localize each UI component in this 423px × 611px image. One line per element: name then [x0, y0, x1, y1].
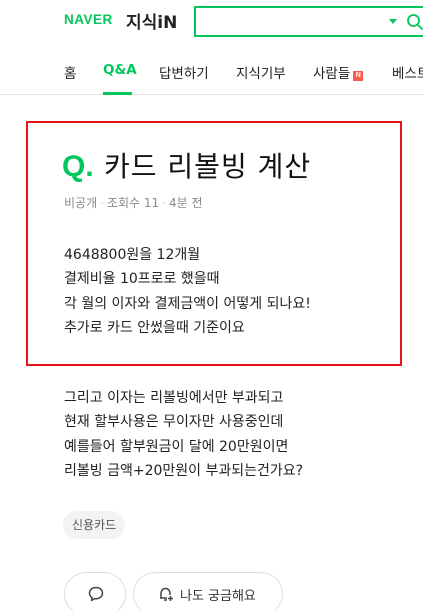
search-box: [194, 6, 423, 37]
question-title: 카드 리볼빙 계산: [104, 150, 312, 183]
tab-qa[interactable]: Q&A: [103, 62, 137, 78]
search-input[interactable]: [200, 11, 380, 32]
search-icon[interactable]: [406, 13, 423, 31]
body-line: 그리고 이자는 리볼빙에서만 부과되고: [64, 390, 284, 406]
question-body-continued: 그리고 이자는 리볼빙에서만 부과되고 현재 할부사용은 무이자만 사용중인데 …: [64, 386, 303, 483]
comment-button[interactable]: [64, 572, 126, 611]
question-body: 4648800원을 12개월 결제비율 10프로로 했을때 각 월의 이자와 결…: [64, 243, 311, 340]
question-meta: 비공개 · 조회수 11 · 4분 전: [64, 196, 203, 210]
tab-home[interactable]: 홈: [64, 62, 76, 82]
tag-chip[interactable]: 신용카드: [63, 511, 126, 539]
naver-logo[interactable]: NAVER: [64, 12, 113, 27]
author-name: 비공개: [64, 196, 98, 210]
question-mark: Q.: [62, 150, 94, 183]
tab-donation[interactable]: 지식기부: [236, 62, 286, 82]
comment-icon: [88, 586, 104, 602]
tab-answer[interactable]: 답변하기: [159, 62, 209, 82]
post-time: 4분 전: [169, 196, 203, 210]
body-line: 각 월의 이자와 결제금액이 어떻게 되나요!: [64, 295, 311, 312]
curious-button-label: 나도 궁금해요: [180, 589, 256, 604]
dropdown-arrow-icon[interactable]: [389, 19, 397, 24]
active-tab-indicator: [103, 92, 132, 95]
new-badge: N: [353, 71, 364, 81]
body-line: 리볼빙 금액+20만원이 부과되는건가요?: [64, 462, 304, 479]
bell-plus-icon: [160, 587, 173, 601]
header: NAVER 지식iN: [0, 0, 423, 44]
body-line: 현재 할부사용은 무이자만 사용중인데: [64, 414, 284, 431]
body-line: 4648800원을 12개월: [64, 247, 201, 263]
tab-people-label: 사람들: [313, 66, 351, 82]
main-nav: 홈 Q&A 답변하기 지식기부 사람들N 베스트: [0, 52, 423, 95]
kin-logo[interactable]: 지식iN: [126, 8, 177, 33]
body-line: 예를들어 할부원금이 달에 20만원이면: [64, 438, 289, 455]
curious-button[interactable]: 나도 궁금해요: [133, 572, 283, 611]
view-count: 조회수 11: [106, 196, 160, 210]
body-line: 결제비율 10프로로 했을때: [64, 271, 220, 288]
tab-people[interactable]: 사람들 N: [313, 62, 364, 82]
tab-best[interactable]: 베스트: [392, 62, 423, 82]
body-line: 추가로 카드 안썼을때 기준이요: [64, 319, 245, 336]
